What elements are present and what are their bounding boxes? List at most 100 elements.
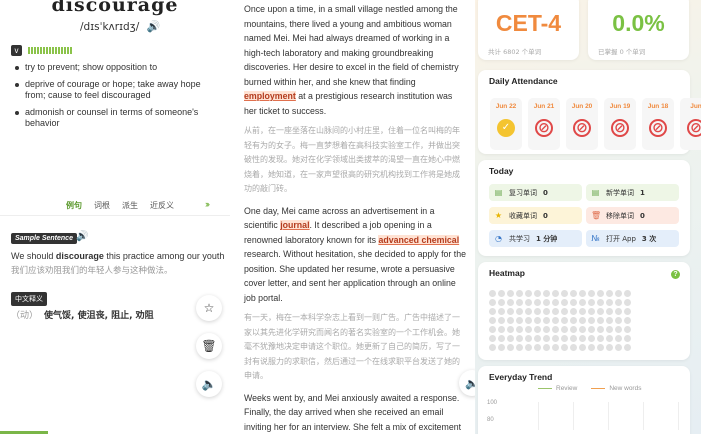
today-stat-value: 0 [640,211,645,220]
heatmap-cell [543,299,550,306]
word-detail-panel: discourage /dɪsˈkʌrɪdʒ/ 🔊 v try to preve… [0,0,230,434]
today-stat[interactable]: 🗑 移除单词 0 [586,207,679,224]
heatmap-cell [597,308,604,315]
heatmap-cell [534,308,541,315]
heatmap-cell [570,299,577,306]
heatmap-cell [615,299,622,306]
highlighted-word[interactable]: journal [280,220,310,230]
today-stat[interactable]: ▤ 复习单词 0 [489,184,582,201]
play-audio-button[interactable]: 🔈 [196,371,222,397]
heatmap-cell [624,290,631,297]
heatmap-cell [543,308,550,315]
heatmap-cell [597,317,604,324]
attendance-day: Jun 21 ⊘ [528,98,560,150]
heatmap-cell [579,344,586,351]
heatmap-cell [498,308,505,315]
today-stat-value: 3 次 [641,234,657,243]
heatmap-cell [552,326,559,333]
heatmap-cell [561,335,568,342]
part-of-speech-row: v [11,45,72,56]
heatmap-cell [579,335,586,342]
heatmap-cell [543,344,550,351]
heatmap-cell [570,344,577,351]
highlighted-word[interactable]: advanced chemical [378,234,460,245]
heatmap-cell [570,326,577,333]
heatmap-cell [534,326,541,333]
y-tick-label: 100 [487,400,498,406]
heatmap-cell [561,308,568,315]
today-stat-label: 打开 App [606,234,636,243]
heatmap-cell [498,344,505,351]
level-subtext: 共计 6802 个单词 [488,48,542,56]
level-label: CET-4 [495,10,562,36]
sample-sentence-tag: Sample Sentence [11,233,77,244]
level-card[interactable]: CET-4 共计 6802 个单词 [478,0,579,60]
highlighted-word[interactable]: employment [244,91,296,101]
heatmap-cell [606,299,613,306]
story-paragraph: One day, Mei came across an advertisemen… [244,205,467,303]
heatmap-cell [498,299,505,306]
heatmap-cell [561,326,568,333]
heatmap-cell [570,290,577,297]
heatmap-cell [525,308,532,315]
help-icon[interactable]: ? [671,270,680,279]
heatmap-cell [516,290,523,297]
heatmap-cell [588,290,595,297]
heatmap-cell [624,299,631,306]
progress-card[interactable]: 0.0% 已掌握 0 个单词 [588,0,689,60]
attendance-day: Jun 20 ⊘ [566,98,598,150]
heatmap-cell [597,290,604,297]
double-chevron-right-icon[interactable]: ››› [205,199,210,209]
heatmap-cell [489,335,496,342]
delete-button[interactable]: 🗑 [196,333,222,359]
heatmap-cell [579,317,586,324]
heatmap-cell [489,308,496,315]
today-stat-value: 0 [543,211,548,220]
attendance-date: Jun 18 [647,103,669,110]
tab-examples[interactable]: 例句 [66,200,82,211]
tab-synonyms[interactable]: 近反义 [150,200,174,211]
heatmap-cell [597,344,604,351]
heatmap-cell [615,308,622,315]
heatmap-cell [516,308,523,315]
attendance-day: Jun 22 ✓ [490,98,522,150]
today-stat-value: 1 分钟 [536,234,558,243]
heatmap-cell [489,299,496,306]
heatmap-cell [606,344,613,351]
definition-item: try to prevent; show opposition to [11,62,221,74]
favorite-button[interactable]: ☆ [196,295,222,321]
heatmap-cell [534,335,541,342]
trend-legend: Review New words [538,385,641,392]
heatmap-cell [534,317,541,324]
heatmap-cell [606,308,613,315]
heatmap-cell [597,326,604,333]
heatmap-cell [552,290,559,297]
heatmap-cell [534,344,541,351]
progress-subtext: 已掌握 0 个单词 [598,48,646,56]
tab-roots[interactable]: 词根 [94,200,110,211]
heatmap-cell [516,299,523,306]
speaker-icon: 🔈 [201,377,217,391]
heatmap-cell [588,344,595,351]
heatmap-cell [552,308,559,315]
today-stat[interactable]: ◔ 共学习 1 分钟 [489,230,582,247]
heatmap-cell [606,317,613,324]
today-stat[interactable]: № 打开 App 3 次 [586,230,679,247]
phonetic-text: /dɪsˈkʌrɪdʒ/ [80,21,140,33]
heatmap-cell [516,335,523,342]
today-stat-label: 收藏单词 [509,211,537,220]
sample-speaker-icon[interactable]: 🔊 [76,231,88,242]
heatmap-cell [543,290,550,297]
speaker-icon[interactable]: 🔊 [147,20,161,33]
heatmap-cell [498,335,505,342]
trash-icon: 🗑 [591,211,602,220]
heatmap-cell [507,299,514,306]
heatmap-cell [534,299,541,306]
tab-derived[interactable]: 派生 [122,200,138,211]
today-title: Today [489,166,514,176]
definition-list: try to prevent; show opposition to depri… [11,62,221,135]
missed-icon: ⊘ [535,119,553,137]
sample-highlight: discourage [55,251,104,261]
today-stat[interactable]: ▤ 新学单词 1 [586,184,679,201]
today-stat[interactable]: ★ 收藏单词 0 [489,207,582,224]
